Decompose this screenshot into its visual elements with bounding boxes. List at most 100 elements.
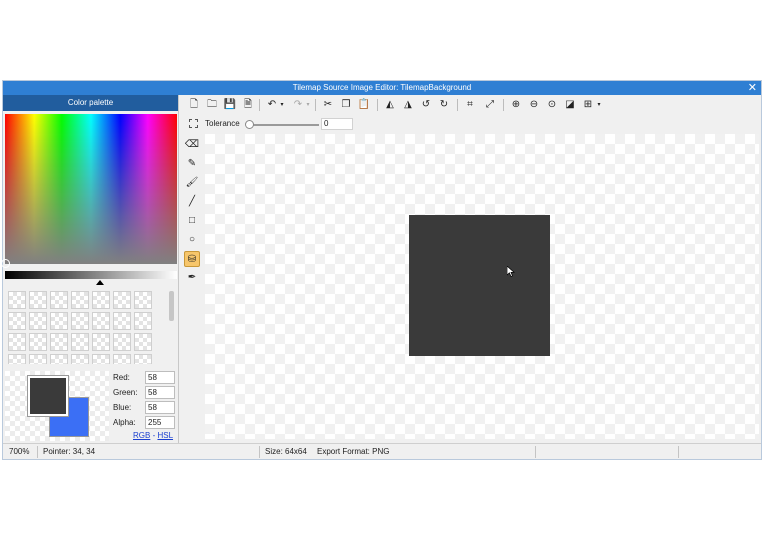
color-spectrum[interactable] <box>1 114 177 268</box>
color-swatches <box>5 288 165 364</box>
rgb-mode-link[interactable]: RGB <box>133 431 150 440</box>
cut-icon[interactable]: ✂ <box>321 98 335 112</box>
zoom-in-icon[interactable]: ⊕ <box>509 98 523 112</box>
flip-horizontal-icon[interactable]: ◭ <box>383 98 397 112</box>
color-swatch[interactable] <box>92 333 110 351</box>
color-swatch[interactable] <box>50 312 68 330</box>
color-swatch[interactable] <box>113 333 131 351</box>
rotate-right-icon[interactable]: ↻ <box>437 98 451 112</box>
pencil-icon[interactable]: ✎ <box>184 156 200 172</box>
color-swatch[interactable] <box>50 354 68 364</box>
zoom-actual-icon[interactable]: ⊙ <box>545 98 559 112</box>
save-as-icon[interactable]: 🗎 <box>241 98 255 112</box>
color-swatch[interactable] <box>71 291 89 309</box>
blue-field[interactable]: 58 <box>145 401 175 414</box>
toolbar-separator <box>457 99 458 111</box>
color-swatch[interactable] <box>134 333 152 351</box>
fill-bucket-icon[interactable]: ⛁ <box>184 251 200 267</box>
palette-header: Color palette <box>3 95 178 111</box>
color-preview <box>5 371 109 441</box>
color-mode-links: RGB - HSL <box>133 431 173 440</box>
swatches-scrollbar[interactable] <box>169 291 174 321</box>
status-divider <box>678 446 679 458</box>
color-swatch[interactable] <box>50 291 68 309</box>
image-size: Size: 64x64 <box>265 447 307 456</box>
invert-icon[interactable]: ◪ <box>563 98 577 112</box>
grayscale-marker[interactable] <box>96 280 104 285</box>
color-swatch[interactable] <box>29 291 47 309</box>
options-bar: Tolerance 0 <box>181 116 761 132</box>
image-canvas[interactable] <box>205 134 759 439</box>
color-swatch[interactable] <box>29 333 47 351</box>
pointer-position: Pointer: 34, 34 <box>43 447 96 456</box>
crop-icon[interactable]: ⌗ <box>463 98 477 112</box>
drawing-tools: ⌫ ✎ 🖌 ╱ □ ○ ⛁ ✒ <box>181 133 203 443</box>
tolerance-slider-thumb[interactable] <box>245 120 254 129</box>
redo-icon[interactable]: ↷ <box>291 98 305 112</box>
color-swatch[interactable] <box>8 354 26 364</box>
main-toolbar: 🗋 🗀 💾 🗎 ↶ ▾ ↷ ▾ ✂ ❐ 📋 ◭ ◮ ↺ ↻ ⌗ ⤢ ⊕ ⊖ ⊙ … <box>181 96 761 114</box>
color-swatch[interactable] <box>113 291 131 309</box>
zoom-level: 700% <box>9 447 30 456</box>
grid-dropdown-icon[interactable]: ▾ <box>595 98 603 112</box>
color-swatch[interactable] <box>71 312 89 330</box>
rotate-left-icon[interactable]: ↺ <box>419 98 433 112</box>
rectangle-icon[interactable]: □ <box>184 213 200 229</box>
redo-dropdown-icon[interactable]: ▾ <box>304 98 312 112</box>
color-swatch[interactable] <box>113 354 131 364</box>
close-icon[interactable]: ✕ <box>748 81 757 95</box>
toolbar-separator <box>503 99 504 111</box>
brush-icon[interactable]: 🖌 <box>184 175 200 191</box>
color-swatch[interactable] <box>8 333 26 351</box>
tilemap-image[interactable] <box>409 215 550 356</box>
eraser-icon[interactable]: ⌫ <box>184 137 200 153</box>
resize-icon[interactable]: ⤢ <box>483 98 497 112</box>
grayscale-bar[interactable] <box>5 271 177 279</box>
color-swatch[interactable] <box>71 354 89 364</box>
tolerance-value-field[interactable]: 0 <box>321 118 353 130</box>
eyedropper-icon[interactable]: ✒ <box>184 270 200 286</box>
color-swatch[interactable] <box>92 312 110 330</box>
status-divider <box>259 446 260 458</box>
hsl-mode-link[interactable]: HSL <box>157 431 173 440</box>
color-swatch[interactable] <box>134 354 152 364</box>
open-folder-icon[interactable]: 🗀 <box>205 98 219 112</box>
color-swatch[interactable] <box>92 291 110 309</box>
color-swatch[interactable] <box>50 333 68 351</box>
toolbar-separator <box>315 99 316 111</box>
toolbar-separator <box>377 99 378 111</box>
flip-vertical-icon[interactable]: ◮ <box>401 98 415 112</box>
title-bar[interactable]: Tilemap Source Image Editor: TilemapBack… <box>3 81 761 95</box>
copy-icon[interactable]: ❐ <box>339 98 353 112</box>
foreground-color-swatch[interactable] <box>27 375 69 417</box>
undo-dropdown-icon[interactable]: ▾ <box>278 98 286 112</box>
color-swatch[interactable] <box>92 354 110 364</box>
color-swatch[interactable] <box>8 312 26 330</box>
red-field[interactable]: 58 <box>145 371 175 384</box>
alpha-field[interactable]: 255 <box>145 416 175 429</box>
undo-icon[interactable]: ↶ <box>265 98 279 112</box>
color-swatch[interactable] <box>134 312 152 330</box>
export-format: Export Format: PNG <box>317 447 390 456</box>
spectrum-cursor[interactable] <box>1 259 10 268</box>
color-swatch[interactable] <box>71 333 89 351</box>
line-icon[interactable]: ╱ <box>184 194 200 210</box>
paste-icon[interactable]: 📋 <box>357 98 371 112</box>
status-divider <box>37 446 38 458</box>
grid-icon[interactable]: ⊞ <box>581 98 595 112</box>
tolerance-slider-track[interactable] <box>247 124 319 126</box>
status-divider <box>535 446 536 458</box>
color-swatch[interactable] <box>8 291 26 309</box>
color-swatch[interactable] <box>113 312 131 330</box>
color-swatch[interactable] <box>134 291 152 309</box>
green-label: Green: <box>113 388 138 397</box>
green-field[interactable]: 58 <box>145 386 175 399</box>
ellipse-icon[interactable]: ○ <box>184 232 200 248</box>
new-file-icon[interactable]: 🗋 <box>187 98 201 112</box>
zoom-out-icon[interactable]: ⊖ <box>527 98 541 112</box>
color-swatch[interactable] <box>29 354 47 364</box>
color-swatch[interactable] <box>29 312 47 330</box>
selection-icon[interactable] <box>189 119 198 128</box>
toolbar-separator <box>259 99 260 111</box>
save-icon[interactable]: 💾 <box>223 98 237 112</box>
